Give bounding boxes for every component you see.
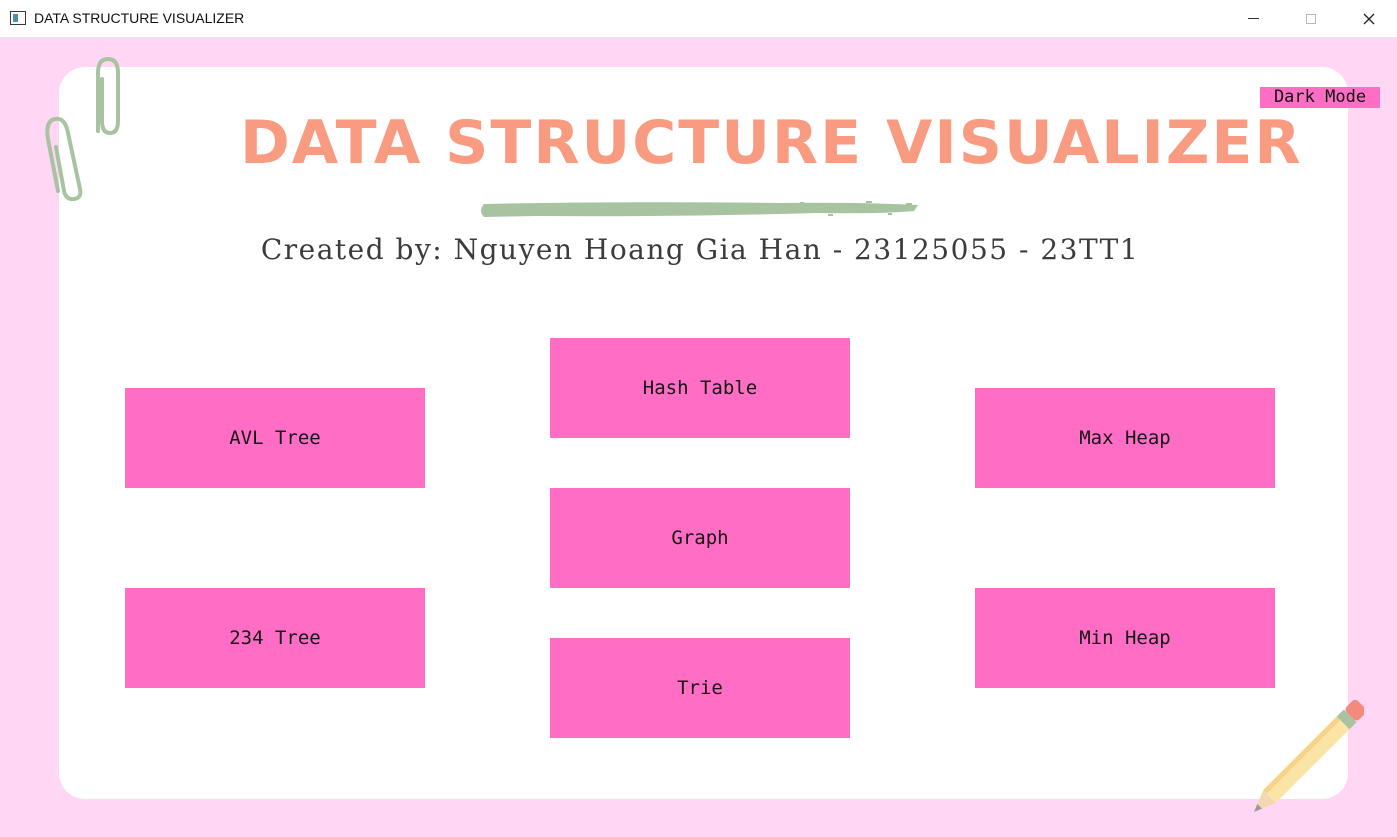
minimize-button[interactable]: [1224, 0, 1282, 37]
close-icon: [1363, 13, 1375, 24]
app-window-icon: [10, 11, 26, 25]
avl-tree-button[interactable]: AVL Tree: [125, 388, 425, 488]
max-heap-button[interactable]: Max Heap: [975, 388, 1275, 488]
close-button[interactable]: [1340, 0, 1397, 37]
maximize-icon: [1306, 13, 1316, 24]
graph-button[interactable]: Graph: [550, 488, 850, 588]
pencil-icon: [1254, 700, 1364, 812]
title-underline: [481, 201, 918, 217]
title-bar: DATA STRUCTURE VISUALIZER: [0, 0, 1397, 38]
paperclip-icon: [45, 56, 120, 201]
trie-button[interactable]: Trie: [550, 638, 850, 738]
tree-234-button[interactable]: 234 Tree: [125, 588, 425, 688]
minimize-icon: [1247, 18, 1259, 19]
window-title: DATA STRUCTURE VISUALIZER: [34, 10, 245, 26]
maximize-button[interactable]: [1282, 0, 1340, 37]
author-credit: Created by: Nguyen Hoang Gia Han - 23125…: [260, 233, 1140, 266]
dark-mode-toggle[interactable]: Dark Mode: [1260, 87, 1380, 108]
min-heap-button[interactable]: Min Heap: [975, 588, 1275, 688]
hash-table-button[interactable]: Hash Table: [550, 338, 850, 438]
page-title: DATA STRUCTURE VISUALIZER: [240, 108, 1303, 178]
